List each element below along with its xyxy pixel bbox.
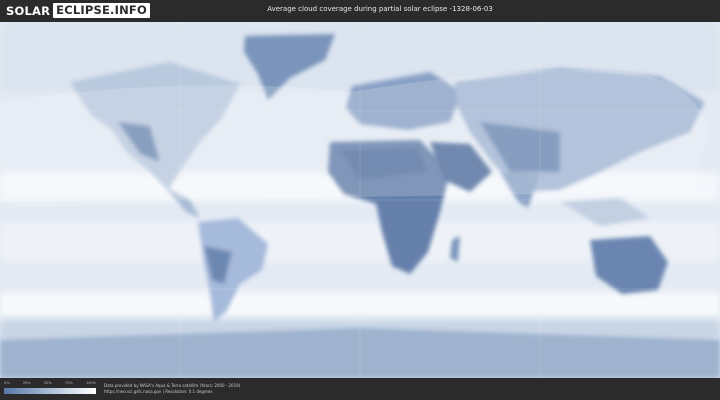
- world-map-svg: [0, 22, 720, 378]
- scale-tick: 100%: [85, 381, 96, 385]
- scale-tick: 50%: [43, 381, 52, 385]
- logo-text-solar: SOLAR: [6, 3, 51, 18]
- data-credits: Data provided by NASA's Aqua & Terra sat…: [104, 383, 240, 395]
- footer-bar: 0% 25% 50% 75% 100% Data provided by NAS…: [0, 378, 720, 400]
- header-bar: SOLAR ECLIPSE.INFO Average cloud coverag…: [0, 0, 720, 22]
- page-title: Average cloud coverage during partial so…: [267, 5, 493, 13]
- logo-text-eclipse-info: ECLIPSE.INFO: [53, 3, 150, 18]
- credit-line-url[interactable]: https://neo.sci.gsfc.nasa.gov | Resoluti…: [104, 389, 240, 395]
- scale-tick: 75%: [64, 381, 73, 385]
- scale-tick: 0%: [4, 381, 10, 385]
- scale-tick-labels: 0% 25% 50% 75% 100%: [4, 381, 96, 387]
- cloud-coverage-map: [0, 22, 720, 378]
- cloud-coverage-scale-bar: [4, 388, 96, 394]
- scale-tick: 25%: [22, 381, 31, 385]
- site-logo[interactable]: SOLAR ECLIPSE.INFO: [6, 3, 150, 18]
